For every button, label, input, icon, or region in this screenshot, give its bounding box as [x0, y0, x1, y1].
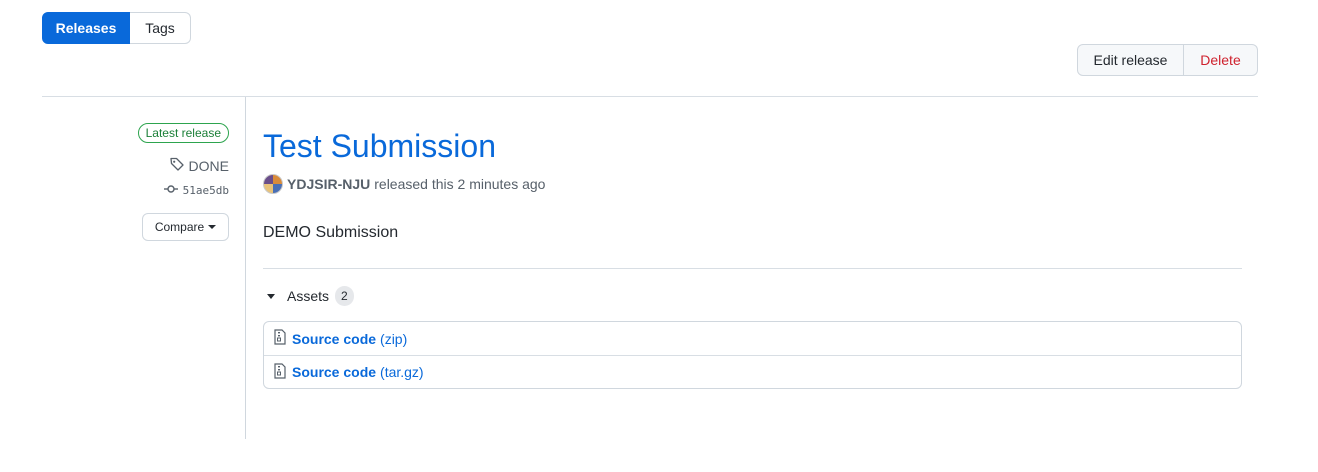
asset-ext: (tar.gz) — [380, 364, 424, 380]
release-byline: YDJSIR-NJU released this 2 minutes ago — [263, 174, 1242, 194]
released-time: released this 2 minutes ago — [374, 176, 546, 192]
tag-link[interactable]: DONE — [169, 156, 229, 175]
compare-label: Compare — [154, 220, 205, 234]
releases-tags-tabs: Releases Tags — [42, 12, 191, 44]
commit-icon — [163, 183, 183, 198]
source-code-zip-link[interactable]: Source code (zip) — [292, 331, 407, 347]
tag-icon — [169, 156, 189, 175]
assets-label: Assets — [287, 288, 330, 304]
assets-divider — [263, 268, 1242, 269]
author-link[interactable]: YDJSIR-NJU — [287, 176, 370, 192]
source-code-targz-link[interactable]: Source code (tar.gz) — [292, 364, 424, 380]
release-meta: Latest release DONE 51ae5db Compare — [137, 123, 229, 241]
release-title[interactable]: Test Submission — [263, 126, 1242, 166]
release-actions: Edit release Delete — [1077, 44, 1258, 76]
assets-count-badge: 2 — [335, 286, 354, 306]
header-divider — [42, 96, 1258, 97]
avatar[interactable] — [263, 174, 283, 194]
tag-name: DONE — [188, 157, 229, 174]
delete-button[interactable]: Delete — [1184, 44, 1258, 76]
list-item: Source code (tar.gz) — [264, 355, 1241, 388]
tab-tags[interactable]: Tags — [130, 12, 191, 44]
commit-sha: 51ae5db — [182, 184, 229, 197]
edit-release-button[interactable]: Edit release — [1077, 44, 1184, 76]
asset-name: Source code — [292, 330, 377, 347]
commit-link[interactable]: 51ae5db — [163, 183, 229, 198]
asset-ext: (zip) — [380, 330, 408, 347]
compare-button[interactable]: Compare — [142, 213, 229, 241]
tab-releases[interactable]: Releases — [42, 12, 130, 44]
file-zip-icon — [273, 362, 292, 382]
release-notes: DEMO Submission — [263, 224, 399, 241]
list-item: Source code (zip) — [264, 322, 1241, 355]
latest-release-badge: Latest release — [137, 123, 229, 143]
file-zip-icon — [273, 329, 292, 348]
assets-list: Source code (zip) Source code (tar.gz) — [263, 321, 1242, 389]
release-main: Test Submission YDJSIR-NJU released this… — [263, 126, 1242, 389]
assets-toggle[interactable]: Assets 2 — [263, 286, 1242, 306]
timeline-line — [245, 97, 246, 439]
triangle-down-icon — [267, 293, 275, 299]
chevron-down-icon — [208, 225, 217, 229]
asset-name: Source code — [292, 364, 377, 380]
